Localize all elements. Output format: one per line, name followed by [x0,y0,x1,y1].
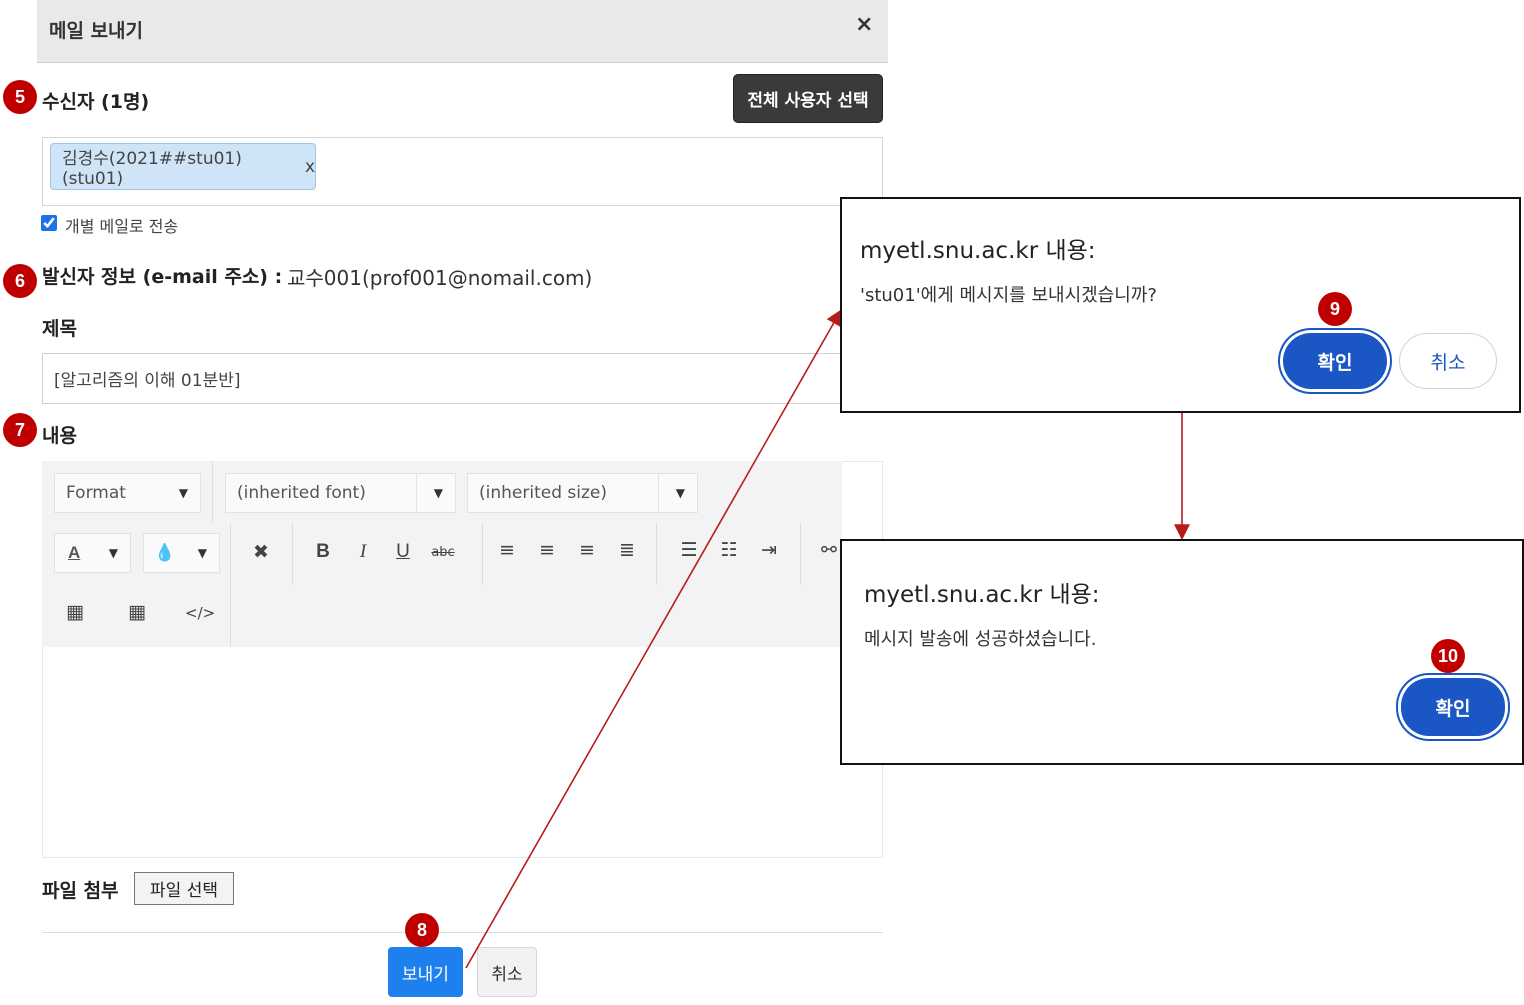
confirm-dialog-message: 'stu01'에게 메시지를 보내시겠습니까? [860,285,1157,306]
success-dialog: myetl.snu.ac.kr 내용: 메시지 발송에 성공하셨습니다. 10 … [840,539,1524,765]
success-dialog-title: myetl.snu.ac.kr 내용: [864,582,1100,608]
confirm-cancel-button[interactable]: 취소 [1399,333,1497,389]
confirm-dialog: myetl.snu.ac.kr 내용: 'stu01'에게 메시지를 보내시겠습… [840,197,1521,413]
confirm-ok-button[interactable]: 확인 [1283,333,1387,389]
success-dialog-message: 메시지 발송에 성공하셨습니다. [864,629,1097,650]
arrow-send-to-confirm [465,309,842,969]
step-badge-10: 10 [1431,639,1465,673]
confirm-dialog-title: myetl.snu.ac.kr 내용: [860,238,1096,264]
flow-arrows [465,309,1190,969]
success-ok-button[interactable]: 확인 [1401,678,1505,736]
step-badge-9: 9 [1318,292,1352,326]
